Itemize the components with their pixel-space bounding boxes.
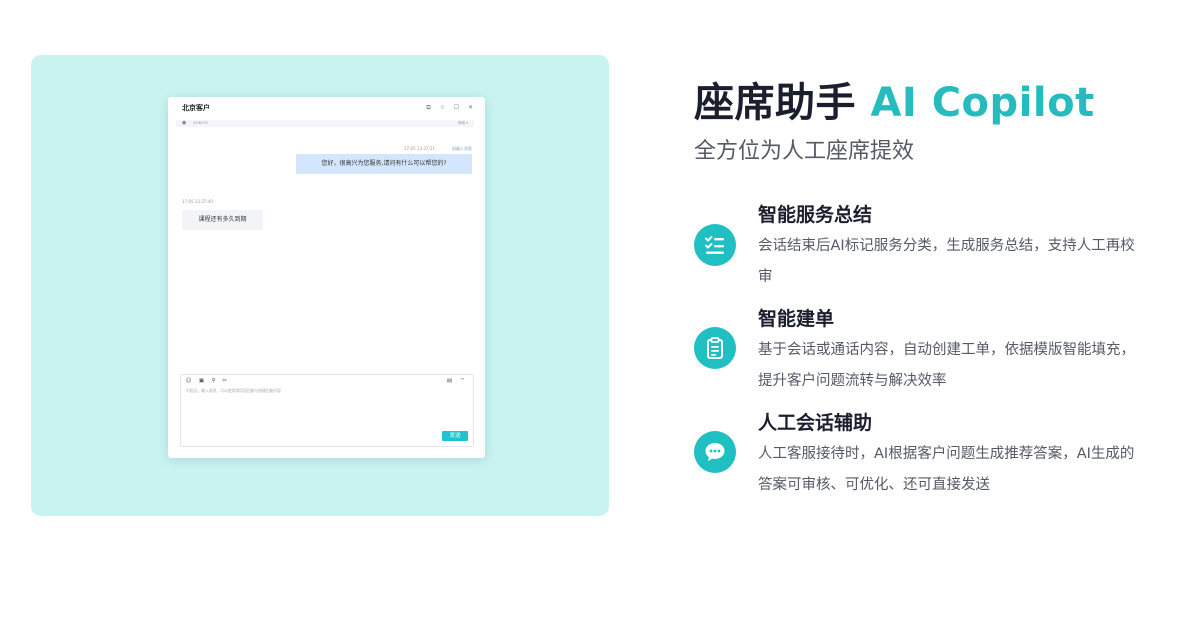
page: 北京客户 ⧉ ☆ ☐ ✕ ◉ 5/98076 修改 ▾ 17-05 13:37:… (0, 0, 1190, 642)
feature-description: 基于会话或通话内容，自动创建工单，依据模版智能填充，提升客户问题流转与解决效率 (758, 342, 1135, 389)
chat-window-header: 北京客户 ⧉ ☆ ☐ ✕ (168, 97, 485, 119)
send-button[interactable]: 发送 (442, 431, 468, 441)
feature-description: 会话结束后AI标记服务分类，生成服务总结，支持人工再校审 (758, 238, 1135, 285)
image-icon[interactable]: ▣ (198, 378, 205, 385)
close-icon[interactable]: ✕ (466, 103, 475, 112)
hero-title: 座席助手 AI Copilot (694, 78, 1095, 128)
chat-subbar-text: 5/98076 (193, 121, 208, 125)
feature-description: 人工客服接待时，AI根据客户问题生成推荐答案，AI生成的答案可审核、可优化、还可… (758, 446, 1135, 493)
maximize-icon[interactable]: ☐ (452, 103, 461, 112)
checklist-icon (694, 224, 736, 266)
customer-message-bubble: 课程还有多久到期 (182, 210, 263, 230)
chat-subbar: ◉ 5/98076 修改 ▾ (176, 120, 474, 127)
hero-title-accent: AI Copilot (870, 80, 1095, 126)
chat-window-mockup: 北京客户 ⧉ ☆ ☐ ✕ ◉ 5/98076 修改 ▾ 17-05 13:37:… (168, 97, 485, 458)
feature-title: 人工会话辅助 (758, 412, 873, 434)
emoji-icon[interactable]: ☺ (185, 378, 192, 385)
agent-message-bubble: 您好，很高兴为您服务,请问有什么可以帮您的? (296, 154, 472, 174)
customer-message-time: 17-05 13:37:40 (182, 199, 213, 204)
clipboard-icon (694, 327, 736, 369)
chat-bubble-icon (694, 431, 736, 473)
history-icon[interactable]: ▤ (446, 378, 453, 385)
agent-message-time: 17-05 13:37:21 (404, 146, 435, 151)
message-composer: ☺ ▣ ⚲ ✂ ▤ ⌔ 不超过，输入消息，可以使用常用语回复与快捷回复内容 发送 (180, 374, 474, 447)
illustration-panel: 北京客户 ⧉ ☆ ☐ ✕ ◉ 5/98076 修改 ▾ 17-05 13:37:… (31, 55, 609, 516)
hero-title-main: 座席助手 (694, 80, 856, 126)
chat-window-title: 北京客户 (182, 104, 210, 112)
chat-subbar-action[interactable]: 修改 ▾ (458, 120, 468, 127)
feature-title: 智能服务总结 (758, 204, 873, 226)
hero-subtitle: 全方位为人工座席提效 (694, 139, 915, 164)
popout-icon[interactable]: ⧉ (424, 103, 433, 112)
feature-title: 智能建单 (758, 308, 835, 330)
agent-message-tag: 机器人消息 (452, 146, 472, 151)
scissors-icon[interactable]: ✂ (221, 378, 228, 385)
globe-icon: ◉ (182, 120, 187, 126)
message-input[interactable]: 不超过，输入消息，可以使用常用语回复与快捷回复内容 (186, 388, 466, 428)
signal-icon[interactable]: ⌔ (459, 378, 466, 385)
attachment-icon[interactable]: ⚲ (210, 378, 217, 385)
star-icon[interactable]: ☆ (438, 103, 447, 112)
